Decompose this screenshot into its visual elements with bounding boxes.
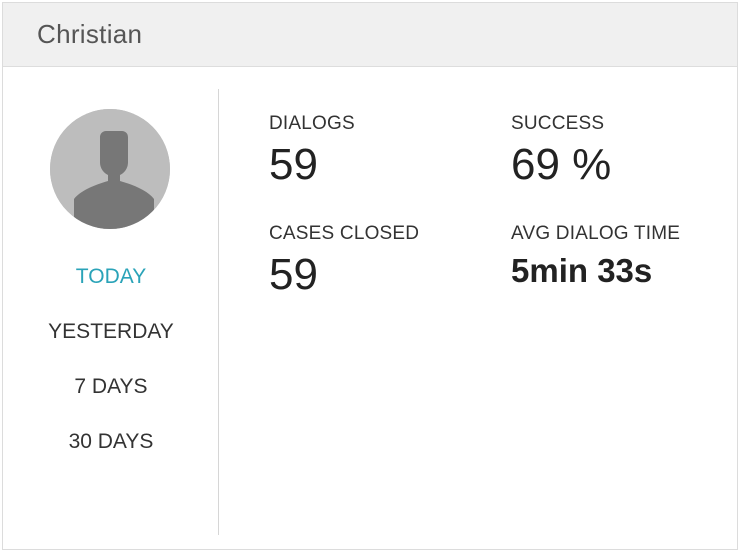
period-today-link[interactable]: TODAY [3,257,219,312]
period-yesterday-link[interactable]: YESTERDAY [3,312,219,367]
avatar-silhouette-graphic [50,109,170,229]
agent-name-title: Christian [37,19,143,49]
stat-dialogs: DIALOGS 59 [269,113,489,191]
stat-cases-closed-label: CASES CLOSED [269,223,420,244]
card-body: TODAY YESTERDAY 7 DAYS 30 DAYS DIALOGS 5… [3,67,737,549]
stat-success-label: SUCCESS [511,113,605,134]
stat-dialogs-value: 59 [269,140,318,189]
stat-success: SUCCESS 69 % [511,113,731,191]
stat-success-value: 69 % [511,140,612,189]
user-silhouette-icon [50,109,170,229]
agent-stats-card: Christian TODAY YESTERDAY 7 DAYS 30 DAYS… [2,2,738,550]
vertical-divider [218,89,219,535]
stat-avg-dialog-time: AVG DIALOG TIME 5min 33s [511,223,731,291]
stat-cases-closed: CASES CLOSED 59 [269,223,489,301]
card-header: Christian [3,3,737,67]
stat-dialogs-label: DIALOGS [269,113,355,134]
period-30-days-link[interactable]: 30 DAYS [3,422,219,477]
period-7-days-link[interactable]: 7 DAYS [3,367,219,422]
stat-cases-closed-value: 59 [269,250,318,299]
stat-avg-dialog-time-value: 5min 33s [511,252,653,289]
period-filter-list: TODAY YESTERDAY 7 DAYS 30 DAYS [3,257,219,477]
sidebar: TODAY YESTERDAY 7 DAYS 30 DAYS [3,67,219,549]
stat-avg-dialog-time-label: AVG DIALOG TIME [511,223,681,244]
